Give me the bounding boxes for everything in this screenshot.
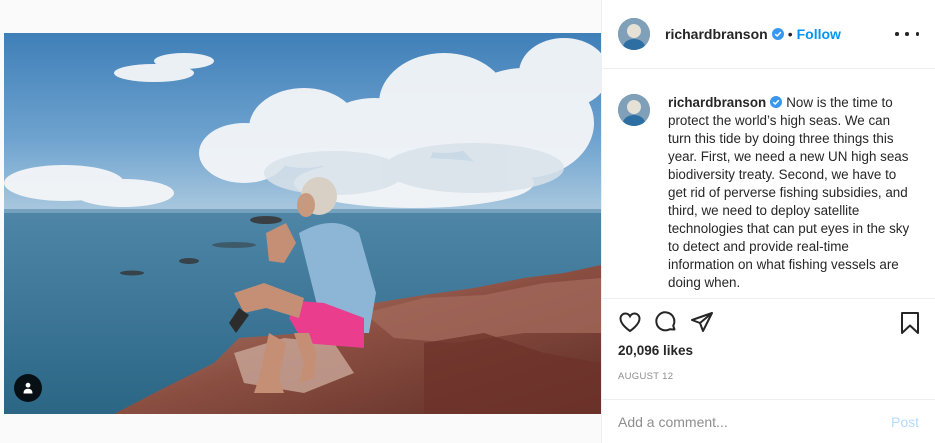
- media-area: [0, 0, 602, 443]
- post-header: richardbranson • Follow: [602, 0, 935, 69]
- instagram-post: richardbranson • Follow richardbranson N…: [0, 0, 935, 443]
- caption-avatar[interactable]: [618, 94, 650, 126]
- avatar[interactable]: [618, 18, 650, 50]
- bookmark-icon[interactable]: [898, 311, 922, 335]
- header-separator: •: [787, 26, 793, 42]
- more-dot: [915, 32, 919, 36]
- share-icon[interactable]: [690, 310, 714, 334]
- caption-area: richardbranson Now is the time to protec…: [602, 69, 935, 299]
- more-dot: [895, 32, 899, 36]
- photo-artwork: [4, 33, 601, 414]
- comment-input[interactable]: [618, 413, 891, 430]
- post-date[interactable]: AUGUST 12: [602, 371, 935, 391]
- action-bar: [602, 299, 935, 345]
- follow-button[interactable]: Follow: [797, 26, 841, 42]
- user-tag-button[interactable]: [14, 374, 42, 402]
- more-options-icon[interactable]: [895, 26, 919, 42]
- verified-badge-icon: [771, 28, 784, 40]
- user-tag-icon: [23, 382, 33, 394]
- post-side-panel: richardbranson • Follow richardbranson N…: [602, 0, 935, 443]
- comment-icon[interactable]: [654, 310, 678, 334]
- caption-body: Now is the time to protect the world’s h…: [668, 95, 910, 290]
- more-dot: [905, 32, 909, 36]
- avatar-image: [618, 94, 650, 126]
- header-username[interactable]: richardbranson: [665, 26, 768, 42]
- avatar-image: [618, 18, 650, 50]
- heart-icon[interactable]: [618, 310, 642, 334]
- post-comment-button[interactable]: Post: [891, 414, 919, 430]
- caption-username[interactable]: richardbranson: [668, 95, 766, 110]
- verified-badge-icon: [770, 96, 783, 108]
- like-count[interactable]: 20,096 likes: [602, 343, 935, 363]
- caption-text: richardbranson Now is the time to protec…: [668, 94, 910, 298]
- comment-form: Post: [602, 399, 935, 443]
- post-photo[interactable]: [4, 33, 601, 414]
